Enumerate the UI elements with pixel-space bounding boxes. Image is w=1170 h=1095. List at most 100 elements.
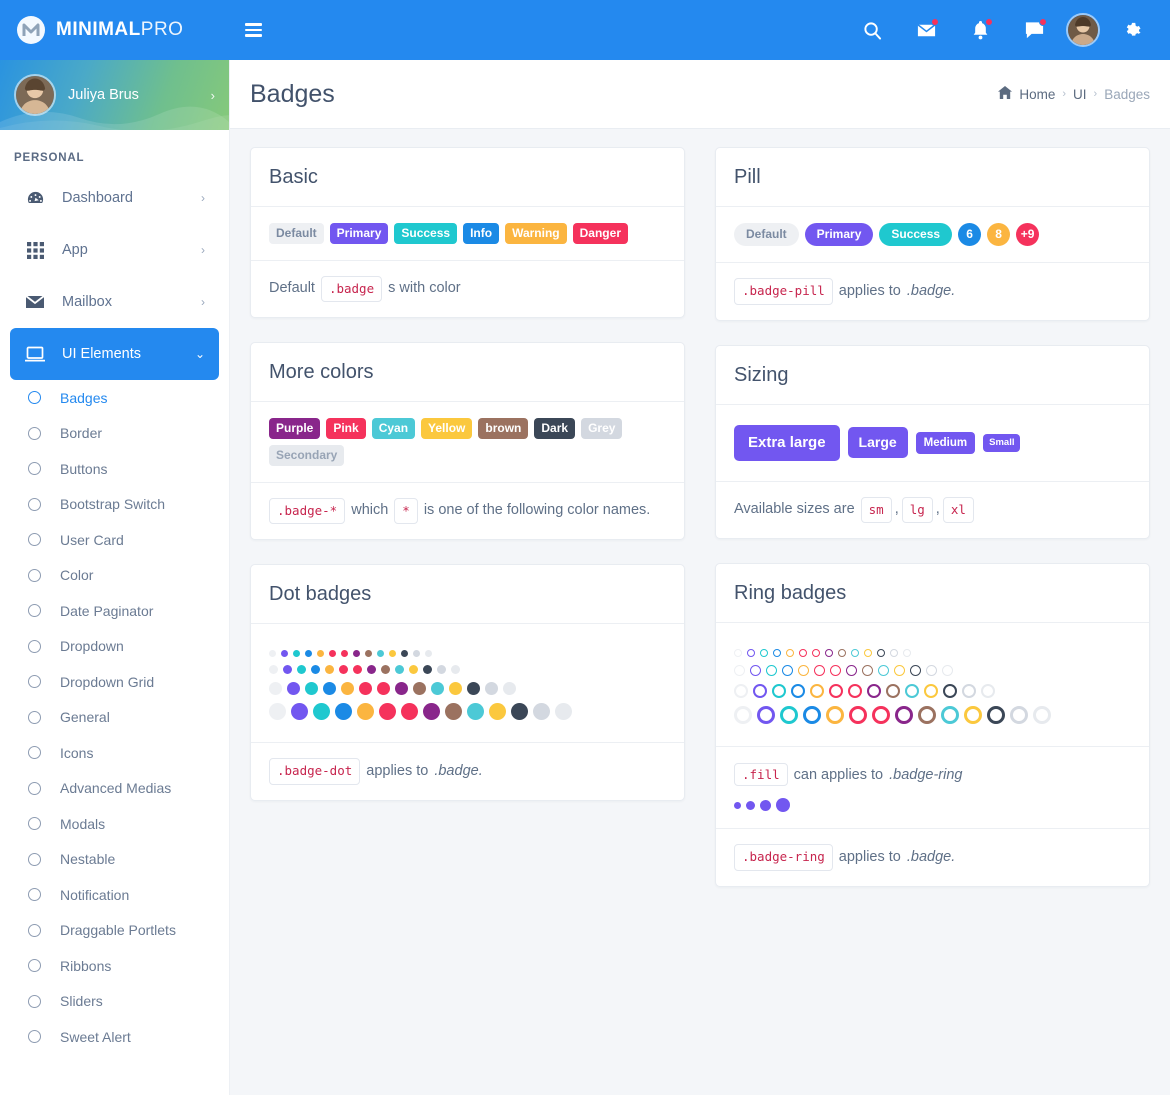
dot-badge-primary[interactable]	[291, 703, 308, 721]
badge-count-plus9[interactable]: +9	[1016, 223, 1040, 246]
badge-yellow[interactable]: Yellow	[421, 418, 473, 439]
dot-badge-brown[interactable]	[445, 703, 462, 721]
badge-grey[interactable]: Grey	[581, 418, 623, 439]
dot-badge-success[interactable]	[305, 682, 318, 696]
ring-badge-grey[interactable]	[962, 684, 976, 699]
ring-badge-primary[interactable]	[750, 665, 761, 677]
dot-badge-yellow[interactable]	[389, 650, 396, 658]
ring-badge-yellow[interactable]	[964, 706, 982, 725]
badge-primary[interactable]: Primary	[329, 223, 389, 244]
mail-icon[interactable]	[904, 8, 948, 52]
ring-badge-pink[interactable]	[812, 649, 820, 658]
dot-badge-brown[interactable]	[365, 650, 372, 658]
ring-badge-yellow[interactable]	[894, 665, 905, 677]
ring-badge-secondary[interactable]	[981, 684, 995, 699]
ring-badge-danger[interactable]	[829, 684, 843, 699]
dot-badge-secondary[interactable]	[503, 682, 516, 696]
ring-fill-dot[interactable]	[734, 801, 741, 809]
sidebar-item-border[interactable]: Border	[0, 416, 229, 452]
dot-badge-danger[interactable]	[329, 650, 336, 658]
sidebar-item-mailbox[interactable]: Mailbox ›	[10, 276, 219, 328]
ring-badge-danger[interactable]	[814, 665, 825, 677]
ring-badge-dark[interactable]	[910, 665, 921, 677]
ring-badge-info[interactable]	[803, 706, 821, 725]
dot-badge-dark[interactable]	[511, 703, 528, 721]
ring-badge-cyan[interactable]	[941, 706, 959, 725]
ring-badge-warning[interactable]	[826, 706, 844, 725]
badge-danger[interactable]: Danger	[572, 223, 628, 244]
badge-pill-default[interactable]: Default	[734, 223, 799, 246]
sidebar-item-bootstrap-switch[interactable]: Bootstrap Switch	[0, 487, 229, 523]
dot-badge-warning[interactable]	[317, 650, 324, 658]
sidebar-item-draggable-portlets[interactable]: Draggable Portlets	[0, 913, 229, 949]
badge-large[interactable]: Large	[847, 427, 908, 458]
ring-badge-danger[interactable]	[799, 649, 807, 658]
ring-badge-default[interactable]	[734, 649, 742, 658]
dot-badge-warning[interactable]	[341, 682, 354, 696]
ring-badge-brown[interactable]	[886, 684, 900, 699]
dot-badge-yellow[interactable]	[489, 703, 506, 721]
dot-badge-success[interactable]	[297, 665, 306, 675]
badge-purple[interactable]: Purple	[269, 418, 321, 439]
badge-warning[interactable]: Warning	[505, 223, 567, 244]
sidebar-item-dropdown-grid[interactable]: Dropdown Grid	[0, 664, 229, 700]
sidebar-item-color[interactable]: Color	[0, 558, 229, 594]
dot-badge-grey[interactable]	[437, 665, 446, 675]
dot-badge-brown[interactable]	[381, 665, 390, 675]
ring-badge-brown[interactable]	[838, 649, 846, 658]
sidebar-item-sweet-alert[interactable]: Sweet Alert	[0, 1019, 229, 1055]
dot-badge-warning[interactable]	[325, 665, 334, 675]
badge-cyan[interactable]: Cyan	[371, 418, 416, 439]
badge-extra-large[interactable]: Extra large	[734, 424, 840, 461]
badge-small[interactable]: Small	[983, 433, 1021, 452]
ring-badge-cyan[interactable]	[851, 649, 859, 658]
bell-icon[interactable]	[958, 8, 1002, 52]
sidebar-item-dropdown[interactable]: Dropdown	[0, 629, 229, 665]
ring-badge-primary[interactable]	[753, 684, 767, 699]
ring-badge-pink[interactable]	[872, 706, 890, 725]
dot-badge-grey[interactable]	[533, 703, 550, 721]
dot-badge-default[interactable]	[269, 682, 282, 696]
chevron-right-icon[interactable]: ›	[211, 88, 215, 103]
ring-badge-primary[interactable]	[747, 649, 755, 658]
dot-badge-default[interactable]	[269, 665, 278, 675]
dot-badge-pink[interactable]	[341, 650, 348, 658]
sidebar-item-icons[interactable]: Icons	[0, 735, 229, 771]
ring-badge-pink[interactable]	[830, 665, 841, 677]
ring-badge-success[interactable]	[772, 684, 786, 699]
dot-badge-danger[interactable]	[339, 665, 348, 675]
ring-badge-secondary[interactable]	[1033, 706, 1051, 725]
dot-badge-grey[interactable]	[485, 682, 498, 696]
badge-success[interactable]: Success	[394, 223, 458, 244]
ring-badge-grey[interactable]	[926, 665, 937, 677]
search-icon[interactable]	[850, 8, 894, 52]
badge-pill-primary[interactable]: Primary	[804, 223, 874, 246]
dot-badge-yellow[interactable]	[449, 682, 462, 696]
ring-badge-default[interactable]	[734, 684, 748, 699]
ring-badge-dark[interactable]	[877, 649, 885, 658]
hamburger-icon[interactable]	[230, 0, 276, 60]
badge-count-6[interactable]: 6	[958, 223, 982, 246]
ring-badge-grey[interactable]	[1010, 706, 1028, 725]
dot-badge-info[interactable]	[305, 650, 312, 658]
sidebar-item-badges[interactable]: Badges	[0, 380, 229, 416]
sidebar-item-modals[interactable]: Modals	[0, 806, 229, 842]
ring-badge-info[interactable]	[773, 649, 781, 658]
ring-badge-secondary[interactable]	[942, 665, 953, 677]
ring-fill-dot[interactable]	[746, 800, 755, 810]
ring-badge-pink[interactable]	[848, 684, 862, 699]
dot-badge-primary[interactable]	[287, 682, 300, 696]
badge-dark[interactable]: Dark	[534, 418, 576, 439]
badge-count-8[interactable]: 8	[987, 223, 1011, 246]
dot-badge-cyan[interactable]	[431, 682, 444, 696]
dot-badge-yellow[interactable]	[409, 665, 418, 675]
ring-badge-purple[interactable]	[867, 684, 881, 699]
dot-badge-dark[interactable]	[423, 665, 432, 675]
ring-badge-danger[interactable]	[849, 706, 867, 725]
dot-badge-warning[interactable]	[357, 703, 374, 721]
ring-badge-success[interactable]	[760, 649, 768, 658]
dot-badge-pink[interactable]	[353, 665, 362, 675]
ring-badge-purple[interactable]	[825, 649, 833, 658]
ring-badge-primary[interactable]	[757, 706, 775, 725]
ring-badge-dark[interactable]	[943, 684, 957, 699]
